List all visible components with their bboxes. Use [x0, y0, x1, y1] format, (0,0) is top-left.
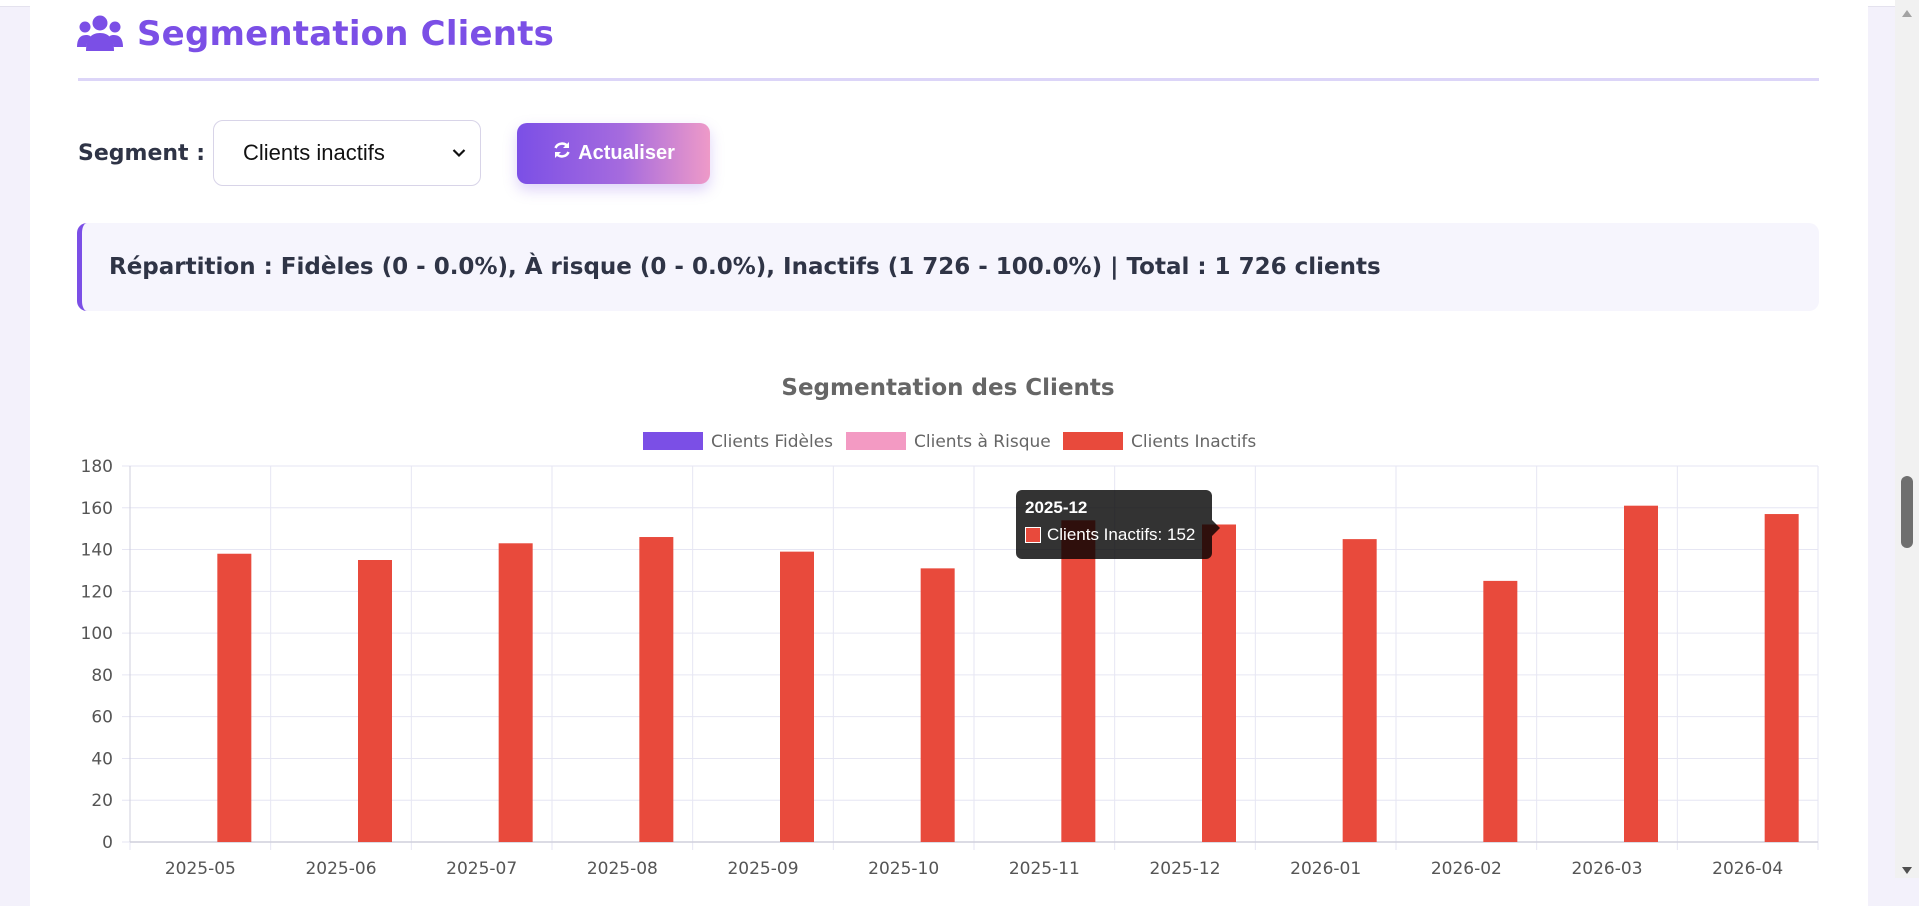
- legend-swatch: [846, 432, 906, 450]
- scroll-down-icon[interactable]: [1901, 866, 1913, 876]
- y-tick-label: 140: [81, 541, 113, 561]
- bar: [780, 551, 814, 842]
- chart-title: Segmentation des Clients: [781, 375, 1114, 401]
- bar: [498, 543, 533, 842]
- bar: [920, 568, 955, 842]
- y-tick-label: 80: [91, 666, 113, 686]
- bar: [1624, 505, 1658, 842]
- x-tick-label: 2025-11: [1009, 859, 1080, 878]
- y-tick-label: 0: [102, 833, 113, 853]
- bar: [358, 560, 392, 842]
- bar: [1483, 580, 1518, 842]
- bar: [217, 553, 252, 842]
- tooltip-text: Clients Inactifs: 152: [1047, 525, 1196, 544]
- y-tick-label: 100: [81, 624, 113, 644]
- legend-swatch: [643, 432, 703, 450]
- segmentation-chart: Segmentation des Clients Clients Fidèles C…: [81, 375, 1819, 878]
- x-tick-label: 2025-09: [727, 859, 798, 878]
- x-tick-label: 2025-12: [1149, 859, 1220, 878]
- tooltip-title: 2025-12: [1025, 498, 1088, 517]
- x-tick-label: 2025-10: [868, 859, 939, 878]
- x-tick-label: 2026-04: [1712, 859, 1783, 878]
- x-tick-label: 2026-03: [1571, 859, 1642, 878]
- x-tick-label: 2025-06: [305, 859, 376, 878]
- y-tick-label: 180: [81, 457, 113, 477]
- page-scrollbar[interactable]: [1895, 0, 1919, 878]
- y-tick-label: 120: [81, 582, 113, 602]
- x-tick-label: 2026-01: [1290, 859, 1361, 878]
- y-tick-label: 20: [91, 791, 113, 811]
- bar: [1342, 539, 1377, 842]
- legend-label: Clients à Risque: [914, 432, 1051, 452]
- scroll-up-icon[interactable]: [1901, 8, 1913, 18]
- chart-tooltip: 2025-12 Clients Inactifs: 152: [1016, 490, 1220, 559]
- bar: [639, 537, 674, 842]
- tooltip-swatch: [1025, 527, 1041, 543]
- scrollbar-thumb[interactable]: [1901, 476, 1913, 548]
- bar: [1061, 520, 1096, 842]
- y-tick-label: 160: [81, 499, 113, 519]
- x-tick-label: 2026-02: [1431, 859, 1502, 878]
- legend-label: Clients Inactifs: [1131, 432, 1256, 452]
- x-tick-label: 2025-05: [165, 859, 236, 878]
- x-tick-label: 2025-07: [446, 859, 517, 878]
- legend-label: Clients Fidèles: [711, 432, 833, 452]
- y-tick-label: 40: [91, 749, 113, 769]
- legend-swatch: [1063, 432, 1123, 450]
- y-tick-label: 60: [91, 708, 113, 728]
- x-tick-label: 2025-08: [587, 859, 658, 878]
- bar: [1764, 514, 1799, 842]
- bar: [1202, 524, 1236, 842]
